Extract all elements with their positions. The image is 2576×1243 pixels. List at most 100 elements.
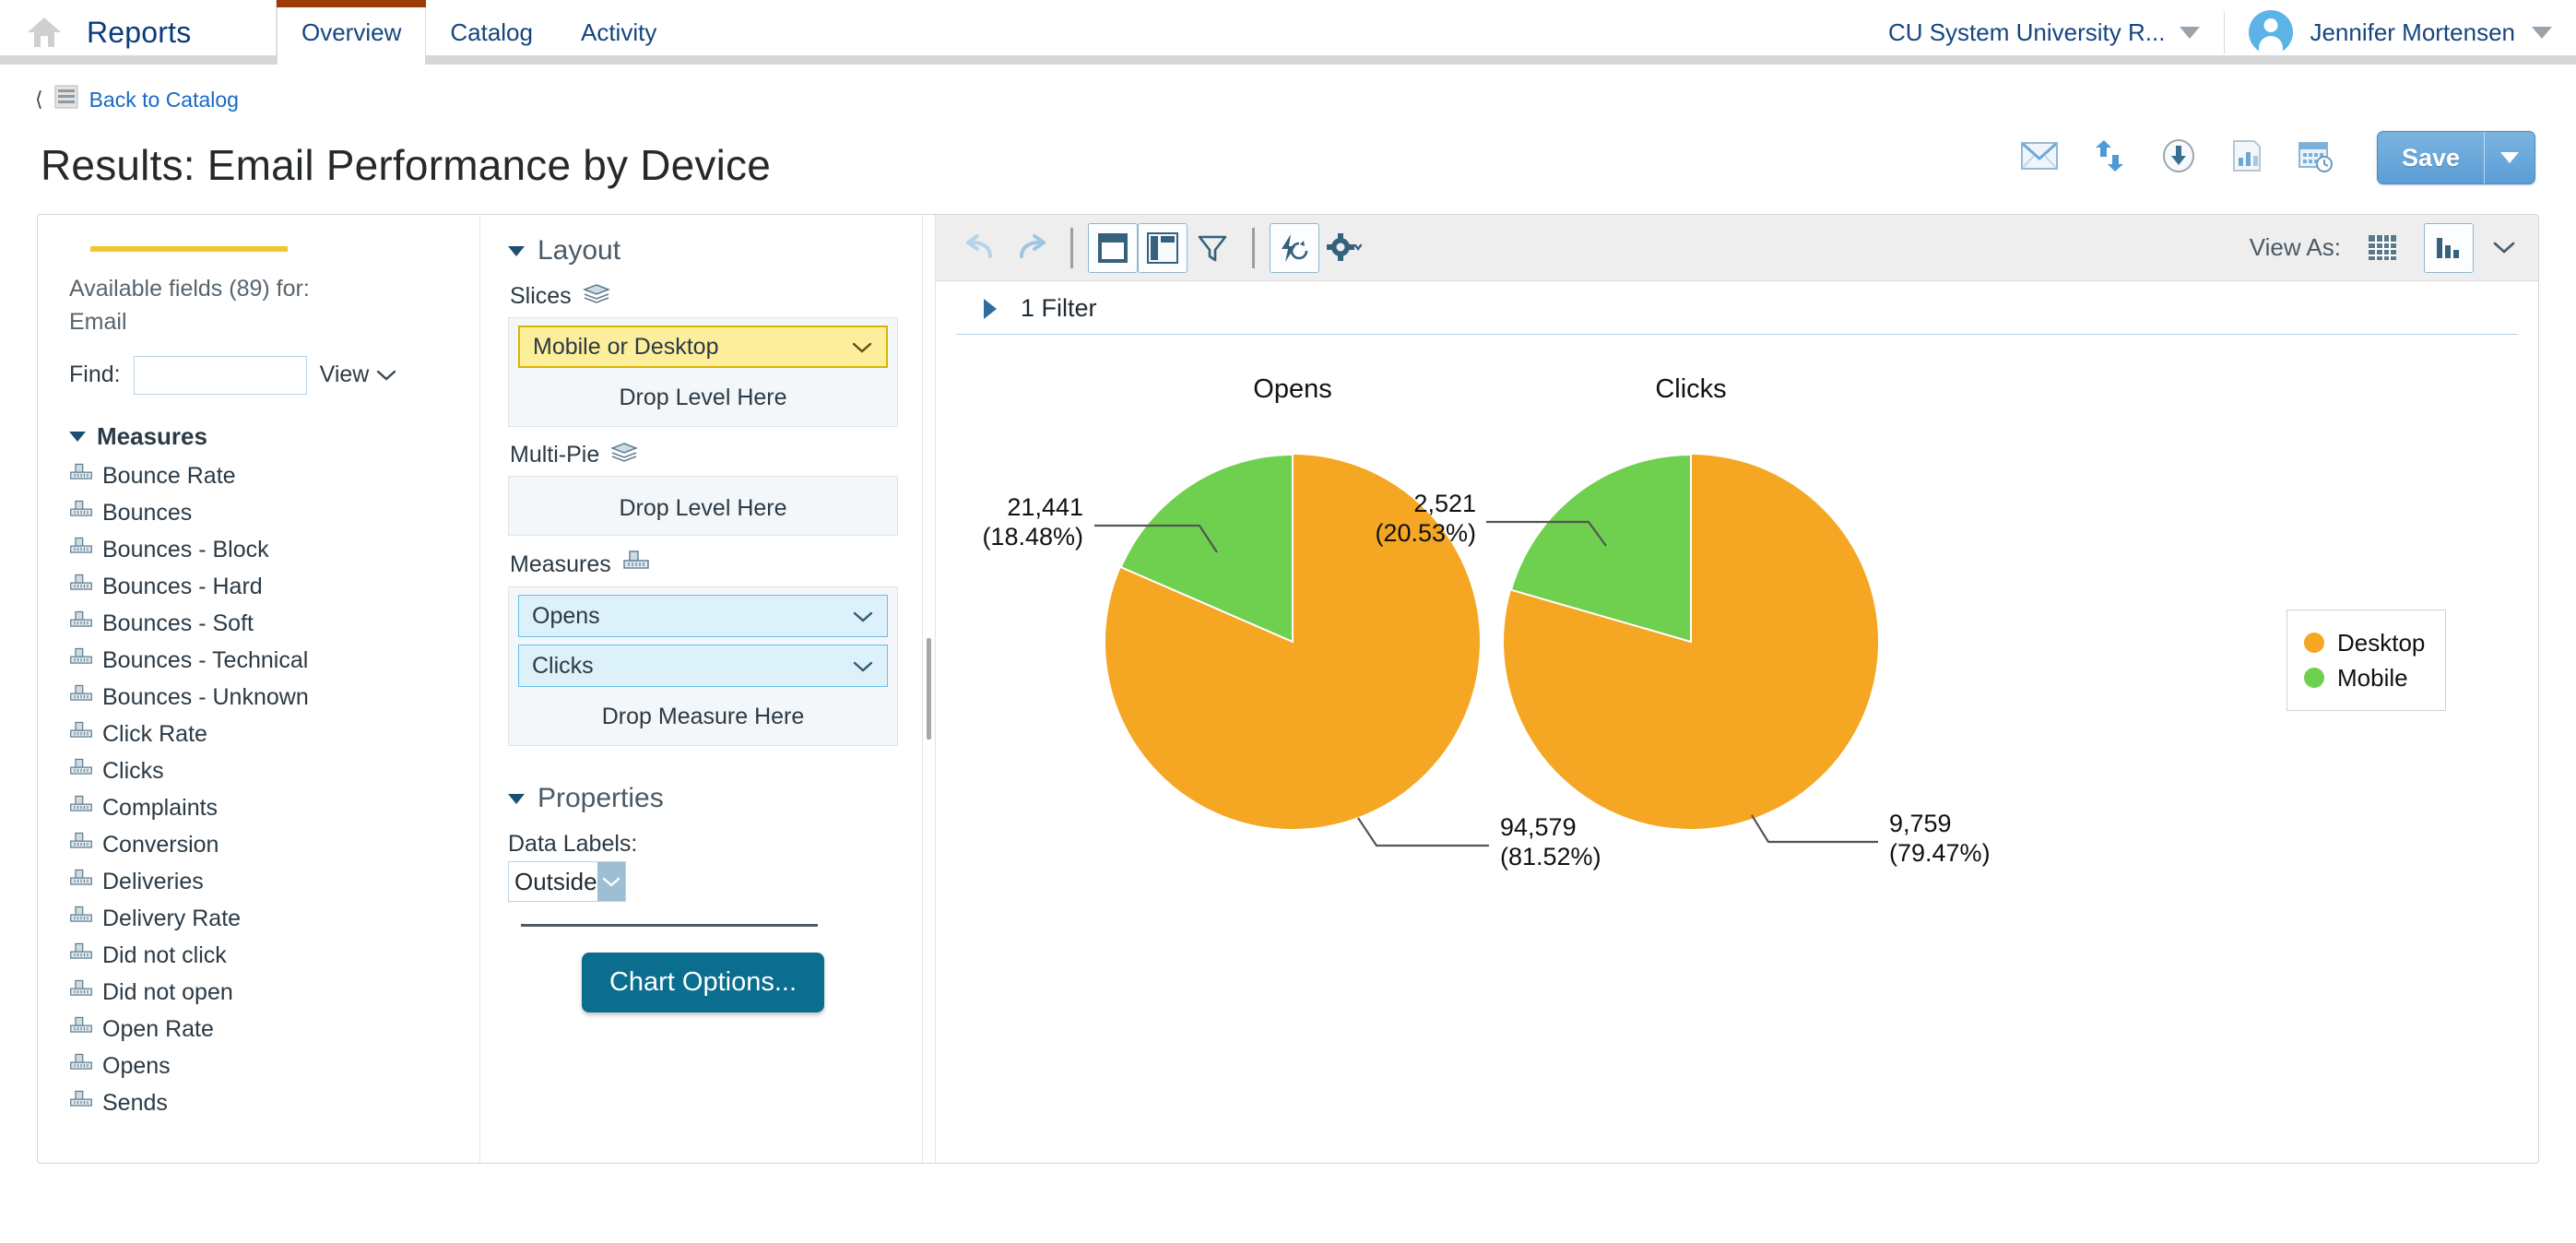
field-list-item-label: Did not open <box>102 979 233 1005</box>
save-dropdown-toggle[interactable] <box>2485 132 2535 183</box>
chart-report-icon[interactable] <box>2229 138 2264 178</box>
ruler-icon <box>69 463 93 490</box>
gear-icon[interactable] <box>1319 223 1369 273</box>
undo-icon[interactable] <box>956 223 1006 273</box>
redo-icon[interactable] <box>1006 223 1056 273</box>
measures-group-header[interactable]: Measures <box>69 422 455 451</box>
user-menu[interactable]: Jennifer Mortensen <box>2225 10 2552 54</box>
ruler-icon <box>69 721 93 748</box>
field-list-item[interactable]: Did not click <box>69 938 455 975</box>
multipie-dropzone[interactable]: Drop Level Here <box>508 476 898 536</box>
field-list-item[interactable]: Bounces - Unknown <box>69 680 455 716</box>
field-list-item-label: Bounces - Technical <box>102 647 309 673</box>
chart-options-button[interactable]: Chart Options... <box>581 953 825 1012</box>
chevron-down-icon[interactable] <box>851 334 873 361</box>
field-list-item[interactable]: Sends <box>69 1085 455 1122</box>
field-list-item[interactable]: Opens <box>69 1048 455 1085</box>
legend-color-swatch <box>2304 668 2324 688</box>
field-list-item[interactable]: Delivery Rate <box>69 901 455 938</box>
field-list-item[interactable]: Deliveries <box>69 864 455 901</box>
level-stack-icon <box>582 283 610 310</box>
tab-activity[interactable]: Activity <box>557 0 680 65</box>
toolbar-divider <box>1070 227 1073 268</box>
tab-overview[interactable]: Overview <box>277 0 427 74</box>
field-list-item[interactable]: Complaints <box>69 790 455 827</box>
triangle-down-icon <box>508 245 525 256</box>
field-list-item[interactable]: Conversion <box>69 827 455 864</box>
avatar <box>2249 10 2294 54</box>
layout-section-header[interactable]: Layout <box>508 235 898 266</box>
measure-chip-clicks[interactable]: Clicks <box>518 645 888 687</box>
measure-chip-label: Clicks <box>532 652 594 679</box>
organization-selector[interactable]: CU System University R... <box>1888 11 2226 53</box>
slice-chip-mobile-or-desktop[interactable]: Mobile or Desktop <box>518 326 888 368</box>
chart-title-opens: Opens <box>1253 374 1331 404</box>
field-list-item[interactable]: Bounces <box>69 495 455 532</box>
filter-summary-bar: 1 Filter <box>956 281 2518 335</box>
triangle-right-icon[interactable] <box>984 298 997 319</box>
chart-panel: View As: 1 Filter Opens 21,441 (18.48%) … <box>936 215 2538 1163</box>
chevron-down-icon[interactable] <box>597 862 625 901</box>
back-to-catalog-link[interactable]: Back to Catalog <box>89 88 239 112</box>
field-list-item[interactable]: Click Rate <box>69 716 455 753</box>
auto-refresh-icon[interactable] <box>1270 222 1319 273</box>
home-reports-link[interactable]: Reports <box>0 0 277 65</box>
level-stack-icon <box>610 442 639 468</box>
table-view-icon[interactable] <box>2357 223 2407 273</box>
chevron-left-icon: ⟨ <box>35 88 43 111</box>
view-menu[interactable]: View <box>320 361 397 388</box>
chevron-down-icon[interactable] <box>852 603 874 630</box>
measures-label-row: Measures <box>510 550 898 579</box>
field-list-item-label: Clicks <box>102 758 164 784</box>
triangle-down-icon <box>69 431 86 442</box>
field-list-item[interactable]: Did not open <box>69 975 455 1012</box>
pie-label-opens-mobile-value: 21,441 <box>1007 493 1083 521</box>
measures-label: Measures <box>510 551 611 577</box>
field-list-item[interactable]: Bounce Rate <box>69 458 455 495</box>
download-icon[interactable] <box>2161 138 2196 178</box>
filter-icon[interactable] <box>1188 223 1237 273</box>
available-fields-count-label: Available fields (89) for: <box>69 276 310 302</box>
properties-section-header[interactable]: Properties <box>508 783 898 814</box>
field-list-item[interactable]: Bounces - Block <box>69 532 455 569</box>
slices-dropzone[interactable]: Mobile or Desktop Drop Level Here <box>508 317 898 427</box>
filter-count-label[interactable]: 1 Filter <box>1021 294 1097 323</box>
save-button[interactable]: Save <box>2376 131 2535 184</box>
measures-group-label: Measures <box>97 421 207 450</box>
page-header: Results: Email Performance by Device Sav… <box>0 114 2576 190</box>
layout-panel-toggle-icon[interactable] <box>1088 222 1138 273</box>
find-label: Find: <box>69 361 121 387</box>
tab-catalog[interactable]: Catalog <box>426 0 557 65</box>
chevron-down-icon[interactable] <box>2490 233 2518 262</box>
measures-dropzone[interactable]: Opens Clicks Drop Measure Here <box>508 586 898 746</box>
field-list-item[interactable]: Bounces - Soft <box>69 606 455 643</box>
field-list: Bounce Rate Bounces Bounces - Block Bounces… <box>69 458 455 1122</box>
field-list-item[interactable]: Bounces - Hard <box>69 569 455 606</box>
share-icon[interactable] <box>2091 138 2128 178</box>
field-list-item[interactable]: Bounces - Technical <box>69 643 455 680</box>
field-list-item-label: Conversion <box>102 832 219 858</box>
report-builder-panel: Available fields (89) for: Email Find: V… <box>37 214 2539 1164</box>
ruler-icon <box>69 647 93 674</box>
tab-catalog-label: Catalog <box>450 18 533 46</box>
legend-item-mobile[interactable]: Mobile <box>2304 660 2425 695</box>
find-input[interactable] <box>133 355 307 395</box>
columns-panel-toggle-icon[interactable] <box>1138 222 1188 273</box>
field-list-item-label: Open Rate <box>102 1016 214 1042</box>
field-list-item[interactable]: Open Rate <box>69 1012 455 1048</box>
email-icon[interactable] <box>2020 140 2058 176</box>
view-as-label: View As: <box>2249 233 2341 261</box>
topnav-right-group: CU System University R... Jennifer Morte… <box>1888 0 2576 65</box>
data-labels-select[interactable]: Outside <box>508 861 626 902</box>
legend-color-swatch <box>2304 633 2324 653</box>
legend-item-desktop[interactable]: Desktop <box>2304 625 2425 660</box>
panel-splitter[interactable] <box>923 215 936 1163</box>
schedule-icon[interactable] <box>2298 138 2334 178</box>
field-list-item[interactable]: Clicks <box>69 753 455 790</box>
available-fields-source-label: Email <box>69 309 127 336</box>
chart-view-icon[interactable] <box>2424 222 2474 273</box>
pie-label-opens-mobile-percent: (18.48%) <box>982 523 1083 550</box>
chevron-down-icon[interactable] <box>852 653 874 680</box>
legend-item-label: Desktop <box>2337 628 2426 657</box>
measure-chip-opens[interactable]: Opens <box>518 595 888 637</box>
